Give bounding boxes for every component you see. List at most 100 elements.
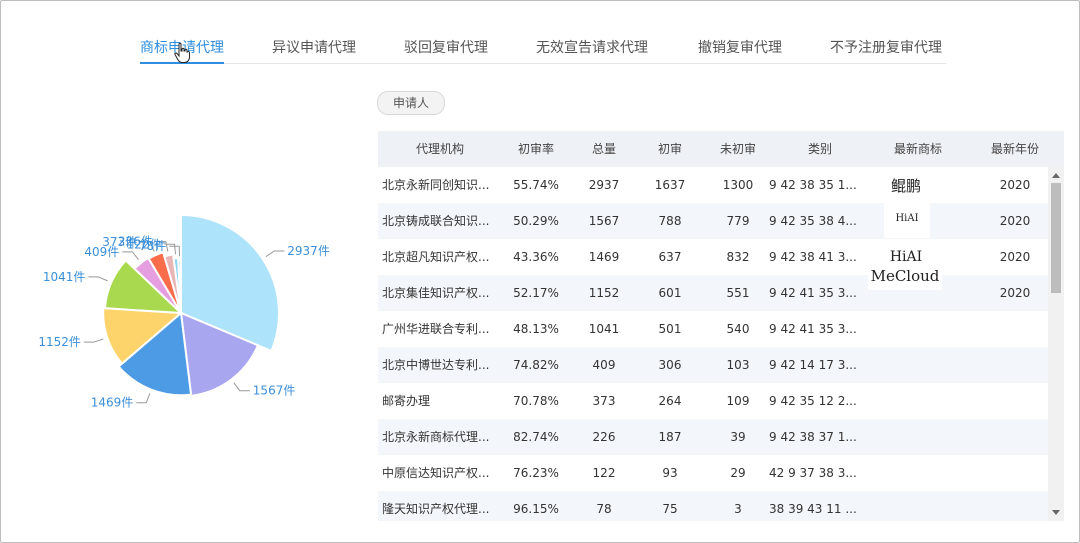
page-frame: 商标申请代理 异议申请代理 驳回复审代理 无效宣告请求代理 撤销复审代理 不予注… (0, 0, 1080, 543)
cell-rate: 96.15% (513, 502, 559, 516)
cell-latest-year: 2020 (999, 286, 1031, 300)
cell-total: 373 (592, 394, 616, 408)
table-row[interactable]: 隆天知识产权代理... 96.15% 78 75 3 38 39 43 11 ... (378, 491, 1048, 521)
pie-label-line (265, 250, 285, 257)
tab-bar: 商标申请代理 异议申请代理 驳回复审代理 无效宣告请求代理 撤销复审代理 不予注… (140, 35, 946, 64)
col-header-latest-mark[interactable]: 最新商标 (866, 131, 970, 167)
cell-agency: 北京中博世达专利... (382, 358, 490, 372)
col-header-latest-year[interactable]: 最新年份 (970, 131, 1060, 167)
scroll-thumb[interactable] (1051, 183, 1061, 293)
cell-initial: 601 (658, 286, 682, 300)
table-row[interactable]: 北京永新同创知识... 55.74% 2937 1637 1300 9 42 38 35 … (378, 167, 1048, 203)
cell-latest-year (970, 455, 1048, 491)
cell-total: 409 (592, 358, 616, 372)
cell-total: 122 (592, 466, 616, 480)
cell-pending: 103 (726, 358, 750, 372)
table-body: 北京永新同创知识... 55.74% 2937 1637 1300 9 42 38 35 … (378, 167, 1048, 521)
cell-pending: 832 (726, 250, 750, 264)
tab-opposition[interactable]: 异议申请代理 (272, 37, 356, 61)
pie-data-label: 1469件 (91, 396, 134, 410)
cell-agency: 隆天知识产权代理... (382, 502, 490, 516)
cell-pending: 779 (726, 214, 750, 228)
cell-pending: 551 (726, 286, 750, 300)
cell-initial: 1637 (654, 178, 686, 192)
table-row[interactable]: 北京集佳知识产权... 52.17% 1152 601 551 9 42 41 35 3.… (378, 262, 1048, 311)
pie-label-line (233, 382, 250, 392)
cell-rate: 70.78% (513, 394, 559, 408)
cell-latest-year (970, 347, 1048, 383)
tab-non-registration-review[interactable]: 不予注册复审代理 (830, 37, 942, 61)
cell-agency: 北京永新同创知识... (382, 178, 490, 192)
scroll-up-arrow-icon[interactable] (1052, 173, 1060, 178)
cell-classes: 38 39 43 11 ... (769, 502, 857, 516)
pie-data-label: 1152件 (38, 335, 81, 349)
cell-classes: 9 42 38 41 3... (769, 250, 857, 264)
applicant-filter-button[interactable]: 申请人 (377, 91, 445, 115)
cell-initial: 264 (658, 394, 682, 408)
agency-table: 代理机构 初审率 总量 初审 未初审 类别 最新商标 最新年份 北京永新同创知识… (378, 131, 1064, 521)
tab-revocation-review[interactable]: 撤销复审代理 (698, 37, 782, 61)
cell-initial: 501 (658, 322, 682, 336)
cell-agency: 北京集佳知识产权... (382, 286, 490, 300)
pie-data-label: 78件 (139, 239, 166, 253)
table-row[interactable]: 邮寄办理 70.78% 373 264 109 9 42 35 12 2... (378, 383, 1048, 419)
col-header-agency[interactable]: 代理机构 (378, 131, 502, 167)
tab-invalidation[interactable]: 无效宣告请求代理 (536, 37, 648, 61)
cell-agency: 邮寄办理 (382, 394, 431, 408)
cell-initial: 187 (658, 430, 682, 444)
cell-rate: 43.36% (513, 250, 559, 264)
table-row[interactable]: 北京中博世达专利... 74.82% 409 306 103 9 42 14 17 3..… (378, 347, 1048, 383)
pie-data-label: 1041件 (43, 270, 86, 284)
pie-data-label: 1567件 (253, 384, 296, 398)
tab-rejection-review[interactable]: 驳回复审代理 (404, 37, 488, 61)
cell-total: 1041 (588, 322, 620, 336)
col-header-pending[interactable]: 未初审 (702, 131, 774, 167)
cell-classes: 9 42 35 38 4... (769, 214, 857, 228)
cell-pending: 109 (726, 394, 750, 408)
cell-initial: 75 (662, 502, 678, 516)
cell-total: 226 (592, 430, 616, 444)
cell-rate: 82.74% (513, 430, 559, 444)
col-header-total[interactable]: 总量 (570, 131, 638, 167)
table-row[interactable]: 中原信达知识产权... 76.23% 122 93 29 42 9 37 38 3... (378, 455, 1048, 491)
table-row[interactable]: 北京铸成联合知识... 50.29% 1567 788 779 9 42 35 38 4.… (378, 200, 1048, 239)
cell-latest-year (970, 419, 1048, 455)
col-header-rate[interactable]: 初审率 (502, 131, 570, 167)
scroll-down-arrow-icon[interactable] (1052, 510, 1060, 515)
col-header-classes[interactable]: 类别 (774, 131, 866, 167)
table-header: 代理机构 初审率 总量 初审 未初审 类别 最新商标 最新年份 (378, 131, 1064, 167)
cell-latest-year (970, 383, 1048, 419)
table-row[interactable]: 北京永新商标代理... 82.74% 226 187 39 9 42 38 37 1... (378, 419, 1048, 455)
pie-data-label: 2937件 (287, 244, 330, 258)
cell-rate: 76.23% (513, 466, 559, 480)
cell-agency: 北京永新商标代理... (382, 430, 490, 444)
cell-pending: 3 (734, 502, 742, 516)
table-scrollbar[interactable] (1048, 167, 1064, 521)
cell-latest-year (970, 491, 1048, 521)
cell-classes: 9 42 38 37 1... (769, 430, 857, 444)
cell-latest-year: 2020 (999, 250, 1031, 264)
cell-initial: 788 (658, 214, 682, 228)
cell-pending: 1300 (722, 178, 754, 192)
cell-latest-mark-logo: HiAI (884, 200, 930, 238)
pie-label-line (83, 338, 104, 343)
cell-rate: 50.29% (513, 214, 559, 228)
cell-latest-mark-logo: MeCloud (868, 262, 942, 290)
cell-classes: 9 42 41 35 3... (769, 322, 857, 336)
cell-pending: 540 (726, 322, 750, 336)
agency-volume-pie-chart: 2937件1567件1469件1152件1041件409件373件226件122… (38, 213, 330, 410)
cell-latest-year: 2020 (999, 214, 1031, 228)
table-row[interactable]: 广州华进联合专利... 48.13% 1041 501 540 9 42 41 35 3.… (378, 311, 1048, 347)
cell-classes: 9 42 41 35 3... (769, 286, 857, 300)
cell-latest-year (970, 311, 1048, 347)
cell-latest-mark-logo: 鲲鹏 (890, 177, 921, 195)
cell-agency: 中原信达知识产权... (382, 466, 490, 480)
cell-agency: 北京铸成联合知识... (382, 214, 490, 228)
col-header-initial[interactable]: 初审 (638, 131, 702, 167)
table-row[interactable]: 北京超凡知识产权... 43.36% 1469 637 832 9 42 38 41 3.… (378, 239, 1048, 275)
pie-label-line (88, 276, 108, 282)
cell-classes: 42 9 37 38 3... (769, 466, 857, 480)
cell-classes: 9 42 38 35 1... (769, 178, 857, 192)
cell-rate: 55.74% (513, 178, 559, 192)
pie-label-line (136, 393, 151, 404)
